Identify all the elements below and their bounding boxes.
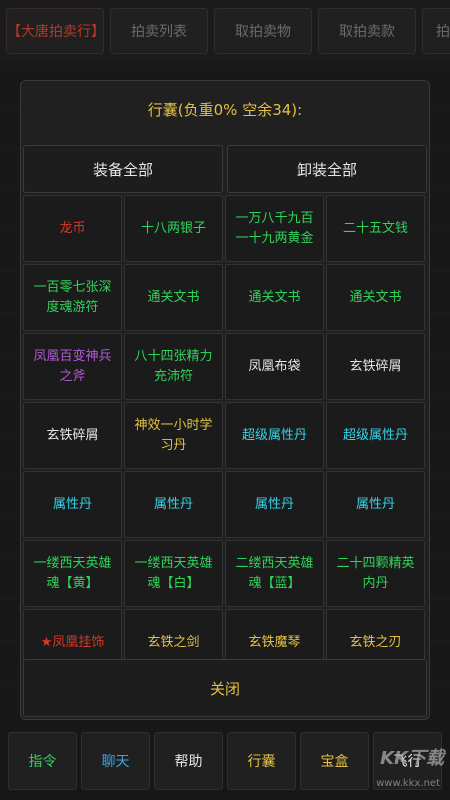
- inventory-item[interactable]: 一百零七张深度魂游符: [23, 264, 122, 331]
- inventory-item[interactable]: 龙币: [23, 195, 122, 262]
- inventory-item[interactable]: 一缕西天英雄魂【黄】: [23, 540, 122, 607]
- inventory-item[interactable]: 凤凰布袋: [225, 333, 324, 400]
- tab-auction-list[interactable]: 拍卖列表: [110, 8, 208, 54]
- inventory-item[interactable]: 二缕西天英雄魂【蓝】: [225, 540, 324, 607]
- dialog-title: 行囊(负重0% 空余34):: [147, 101, 303, 119]
- equip-all-button[interactable]: 装备全部: [23, 145, 223, 193]
- tab-command[interactable]: 指令: [8, 732, 77, 790]
- close-button[interactable]: 关闭: [23, 659, 427, 717]
- inventory-item[interactable]: 一缕西天英雄魂【白】: [124, 540, 223, 607]
- tab-auction-house[interactable]: 【大唐拍卖行】: [6, 8, 105, 54]
- inventory-item[interactable]: 十八两银子: [124, 195, 223, 262]
- inventory-item[interactable]: 一万八千九百一十九两黄金: [225, 195, 324, 262]
- watermark-brand: KK下载: [380, 748, 444, 769]
- inventory-dialog: 行囊(负重0% 空余34): 装备全部 卸装全部 龙币 十八两银子 一万八千九百一十…: [20, 80, 430, 720]
- top-tab-bar: 【大唐拍卖行】 拍卖列表 取拍卖物 取拍卖款 拍: [0, 0, 450, 62]
- inventory-item[interactable]: 玄铁碎屑: [23, 402, 122, 469]
- tab-help[interactable]: 帮助: [154, 732, 223, 790]
- tab-treasure-box[interactable]: 宝盒: [300, 732, 369, 790]
- inventory-item[interactable]: 通关文书: [225, 264, 324, 331]
- tab-inventory[interactable]: 行囊: [227, 732, 296, 790]
- inventory-item[interactable]: 属性丹: [326, 471, 425, 538]
- inventory-item[interactable]: 神效一小时学习丹: [124, 402, 223, 469]
- inventory-item[interactable]: 二十五文钱: [326, 195, 425, 262]
- inventory-item[interactable]: 超级属性丹: [225, 402, 324, 469]
- inventory-item[interactable]: 超级属性丹: [326, 402, 425, 469]
- tab-retrieve-money[interactable]: 取拍卖款: [318, 8, 416, 54]
- equip-button-row: 装备全部 卸装全部: [23, 145, 427, 193]
- inventory-item[interactable]: 玄铁碎屑: [326, 333, 425, 400]
- inventory-item[interactable]: 属性丹: [225, 471, 324, 538]
- watermark-url: www.kkx.net: [376, 778, 440, 789]
- inventory-item[interactable]: 通关文书: [326, 264, 425, 331]
- inventory-item[interactable]: 属性丹: [23, 471, 122, 538]
- tab-more[interactable]: 拍: [422, 8, 450, 54]
- inventory-item[interactable]: 凤凰百变神兵之斧: [23, 333, 122, 400]
- tab-retrieve-items[interactable]: 取拍卖物: [214, 8, 312, 54]
- inventory-item[interactable]: 八十四张精力充沛符: [124, 333, 223, 400]
- inventory-grid: 龙币 十八两银子 一万八千九百一十九两黄金 二十五文钱 一百零七张深度魂游符 通关文书 通关…: [23, 195, 427, 676]
- inventory-item[interactable]: 属性丹: [124, 471, 223, 538]
- inventory-item[interactable]: 通关文书: [124, 264, 223, 331]
- unequip-all-button[interactable]: 卸装全部: [227, 145, 427, 193]
- inventory-item[interactable]: 二十四颗精英内丹: [326, 540, 425, 607]
- tab-chat[interactable]: 聊天: [81, 732, 150, 790]
